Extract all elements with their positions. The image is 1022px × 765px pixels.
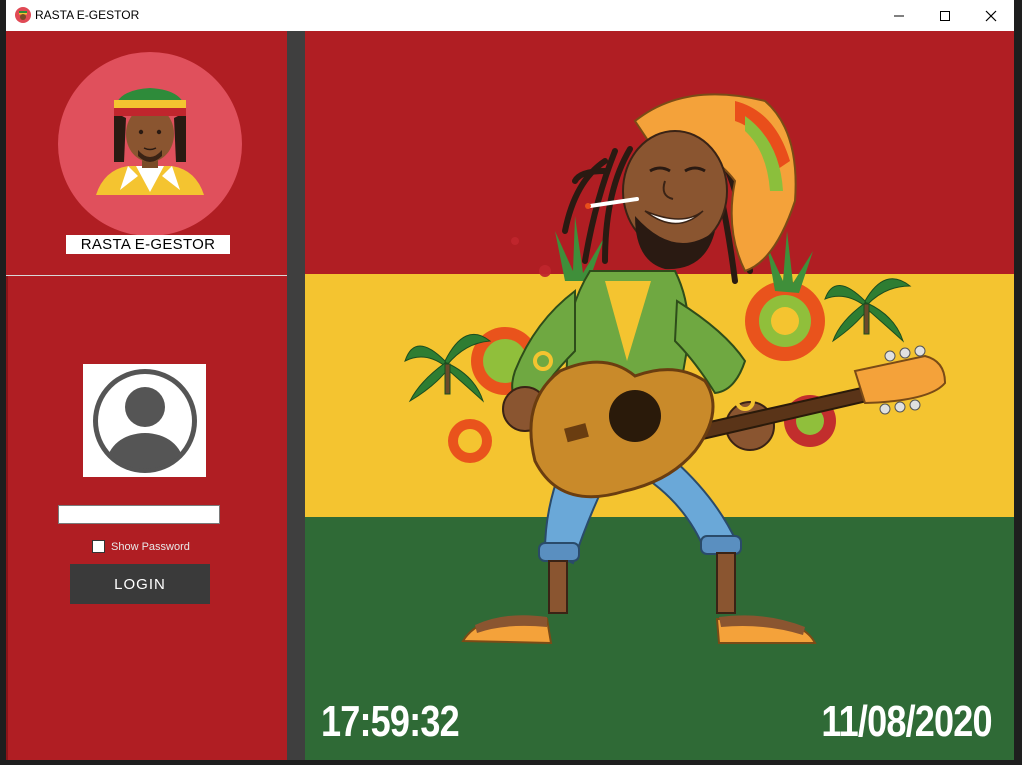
date-display: 11/08/2020: [821, 697, 993, 746]
close-button[interactable]: [968, 0, 1014, 31]
sidebar-divider: [6, 275, 287, 276]
panel-separator: [287, 31, 305, 760]
user-icon: [92, 368, 197, 473]
splash-panel: 17:59:32 11/08/2020: [305, 31, 1014, 760]
login-sidebar: RASTA E-GESTOR Show Password LOGIN: [6, 31, 287, 760]
minimize-icon: [894, 15, 904, 16]
maximize-icon: [940, 10, 950, 21]
show-password-label: Show Password: [111, 540, 190, 553]
title-bar[interactable]: RASTA E-GESTOR: [6, 0, 1014, 31]
logo-caption: RASTA E-GESTOR: [66, 235, 230, 254]
rasta-logo: [58, 52, 242, 236]
password-input[interactable]: [58, 505, 220, 524]
palm-right: [824, 278, 912, 343]
user-avatar: [83, 364, 206, 477]
show-password-checkbox[interactable]: [92, 540, 105, 553]
maximize-button[interactable]: [922, 0, 968, 31]
rasta-guitarist-illustration: [404, 93, 947, 645]
minimize-button[interactable]: [876, 0, 922, 31]
close-icon: [985, 10, 997, 21]
login-button[interactable]: LOGIN: [70, 564, 210, 604]
window-title: RASTA E-GESTOR: [35, 8, 140, 22]
show-password-toggle[interactable]: Show Password: [92, 540, 190, 553]
clock-display: 17:59:32: [321, 697, 460, 746]
rasta-app-icon: [15, 7, 31, 23]
sidebar-edge: [6, 276, 8, 760]
app-window: RASTA E-GESTOR RASTA E-GESTOR Show Passw…: [6, 0, 1014, 760]
